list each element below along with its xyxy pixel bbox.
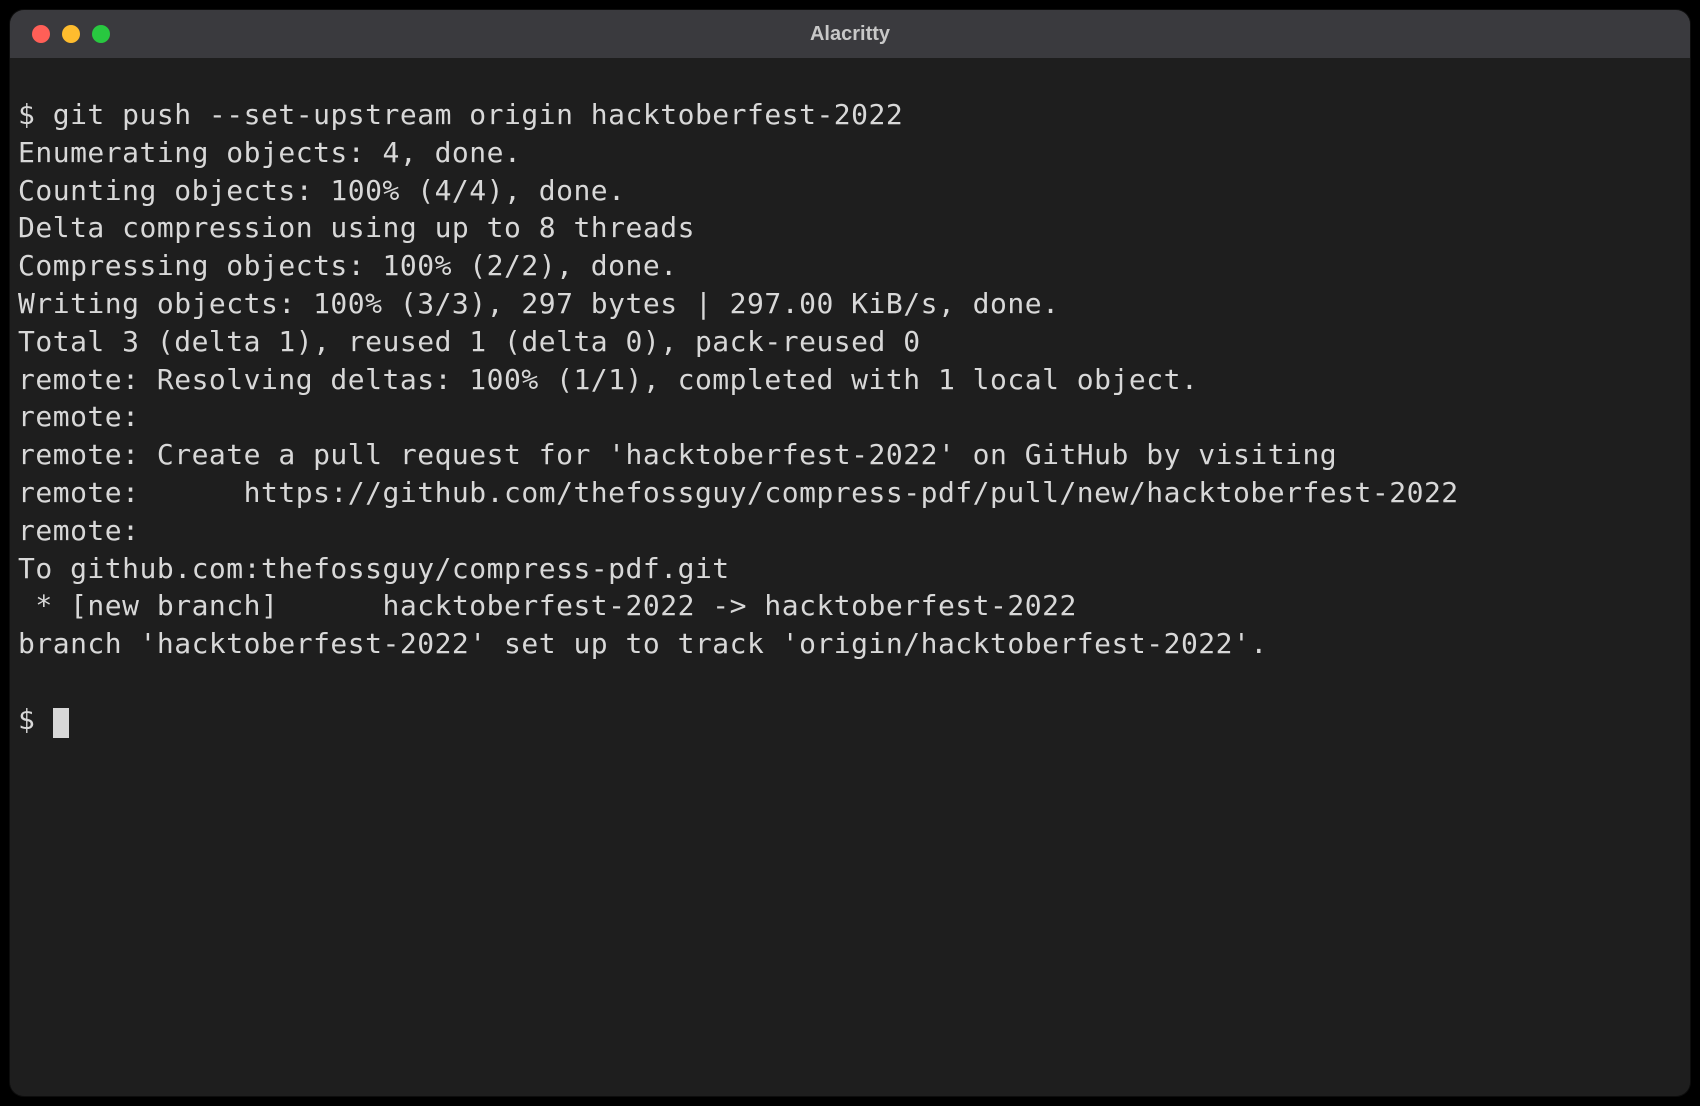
- output-line: Enumerating objects: 4, done.: [18, 134, 1682, 172]
- output-line: remote: https://github.com/thefossguy/co…: [18, 474, 1682, 512]
- output-line: * [new branch] hacktoberfest-2022 -> hac…: [18, 587, 1682, 625]
- output-line: remote: Resolving deltas: 100% (1/1), co…: [18, 361, 1682, 399]
- output-line: remote: Create a pull request for 'hackt…: [18, 436, 1682, 474]
- output-line: Compressing objects: 100% (2/2), done.: [18, 247, 1682, 285]
- cursor-icon: [53, 708, 69, 738]
- command-text: git push --set-upstream origin hacktober…: [53, 98, 904, 131]
- prompt: $: [18, 703, 53, 736]
- blank-line: [18, 663, 1682, 701]
- output-line: Total 3 (delta 1), reused 1 (delta 0), p…: [18, 323, 1682, 361]
- traffic-lights: [32, 25, 110, 43]
- output-line: Writing objects: 100% (3/3), 297 bytes |…: [18, 285, 1682, 323]
- terminal-body[interactable]: $ git push --set-upstream origin hacktob…: [10, 58, 1690, 1096]
- prompt-line: $: [18, 701, 1682, 739]
- output-line: remote:: [18, 398, 1682, 436]
- output-line: Delta compression using up to 8 threads: [18, 209, 1682, 247]
- output-line: To github.com:thefossguy/compress-pdf.gi…: [18, 550, 1682, 588]
- close-icon[interactable]: [32, 25, 50, 43]
- terminal-window: Alacritty $ git push --set-upstream orig…: [10, 10, 1690, 1096]
- output-line: Counting objects: 100% (4/4), done.: [18, 172, 1682, 210]
- output-line: branch 'hacktoberfest-2022' set up to tr…: [18, 625, 1682, 663]
- prompt: $: [18, 98, 53, 131]
- output-line: remote:: [18, 512, 1682, 550]
- maximize-icon[interactable]: [92, 25, 110, 43]
- command-line: $ git push --set-upstream origin hacktob…: [18, 96, 1682, 134]
- minimize-icon[interactable]: [62, 25, 80, 43]
- titlebar[interactable]: Alacritty: [10, 10, 1690, 58]
- window-title: Alacritty: [810, 23, 890, 46]
